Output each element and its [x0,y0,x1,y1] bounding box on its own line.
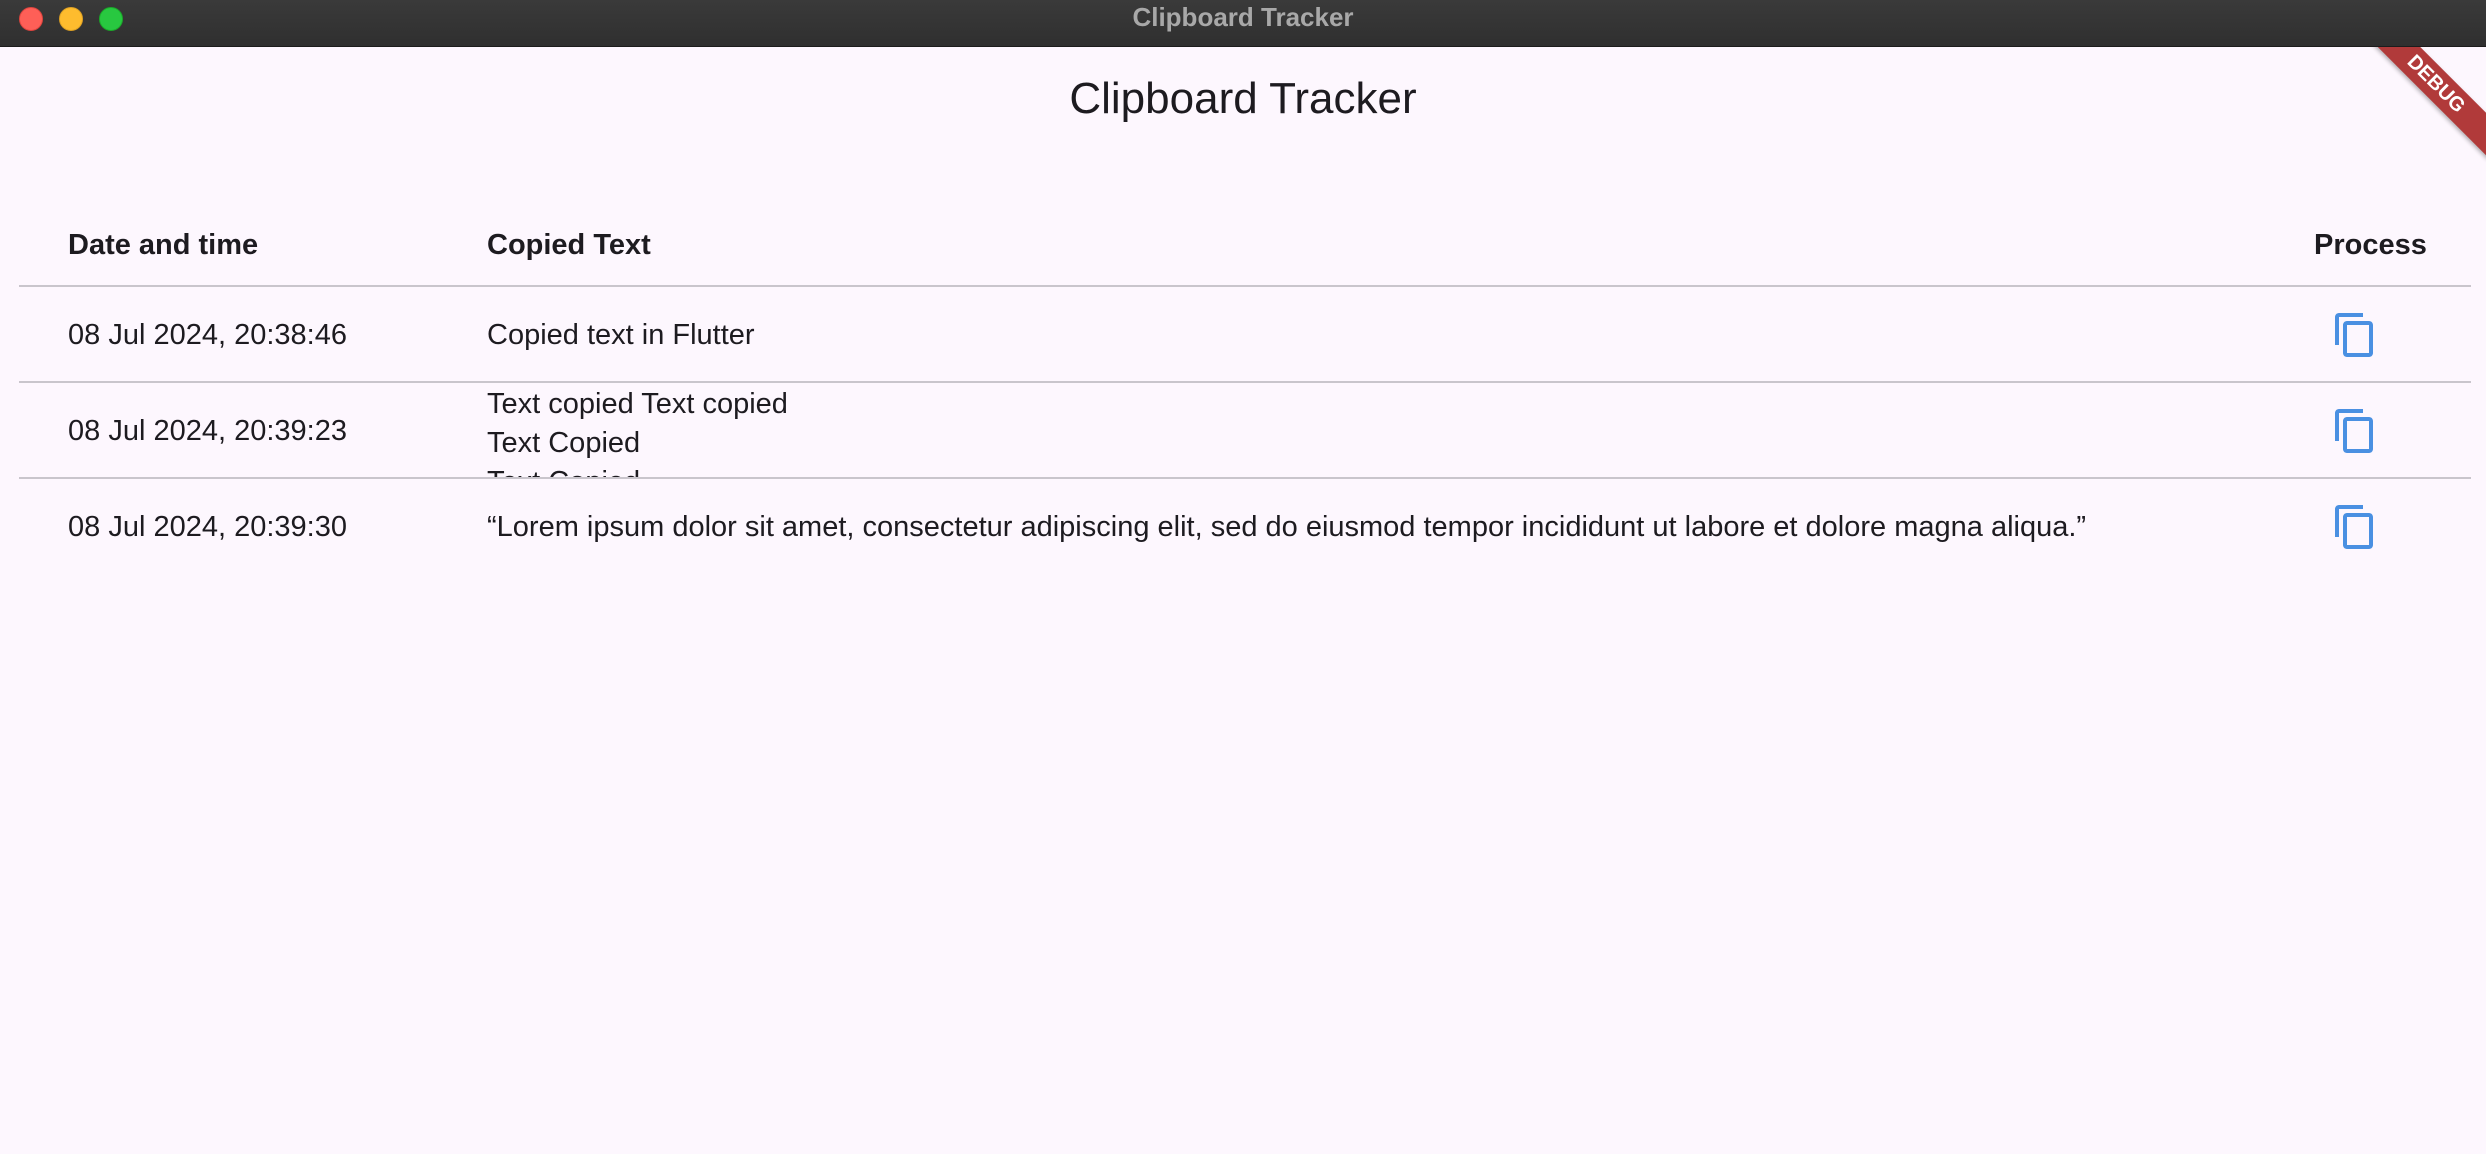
debug-label: DEBUG [2366,47,2486,159]
row-date: 08 Jul 2024, 20:38:46 [68,319,347,351]
copy-button[interactable] [2327,499,2383,555]
copy-icon [2335,409,2373,453]
row-copied-text: Copied text in Flutter [487,319,755,351]
window-title: Clipboard Tracker [1132,2,1354,32]
table-header-row: Date and time Copied Text Process [19,177,2471,287]
debug-banner: DEBUG [2366,47,2486,167]
table-row: 08 Jul 2024, 20:39:30 “Lorem ipsum dolor… [19,479,2471,575]
clipboard-table: Date and time Copied Text Process 08 Jul… [19,177,2471,575]
table-row: 08 Jul 2024, 20:38:46 Copied text in Flu… [19,287,2471,383]
page-title: Clipboard Tracker [1069,74,1417,123]
copy-button[interactable] [2327,307,2383,363]
row-copied-text: Text copied Text copied Text Copied Text… [487,388,788,477]
copy-icon [2335,313,2373,357]
row-date: 08 Jul 2024, 20:39:23 [68,415,347,447]
copy-button[interactable] [2327,403,2383,459]
header-date: Date and time [68,229,259,261]
table-row: 08 Jul 2024, 20:39:23 Text copied Text c… [19,383,2471,479]
app-window: Clipboard Tracker Clipboard Tracker Date… [0,0,2486,1154]
header-copied-text: Copied Text [487,229,651,261]
row-date: 08 Jul 2024, 20:39:30 [68,511,347,543]
copy-icon [2335,505,2373,549]
row-copied-text: “Lorem ipsum dolor sit amet, consectetur… [487,511,2087,543]
header-process: Process [2314,229,2427,261]
app-content: Clipboard Tracker Date and time Copied T… [4,47,2482,1154]
title-bar[interactable]: Clipboard Tracker [0,0,2486,47]
